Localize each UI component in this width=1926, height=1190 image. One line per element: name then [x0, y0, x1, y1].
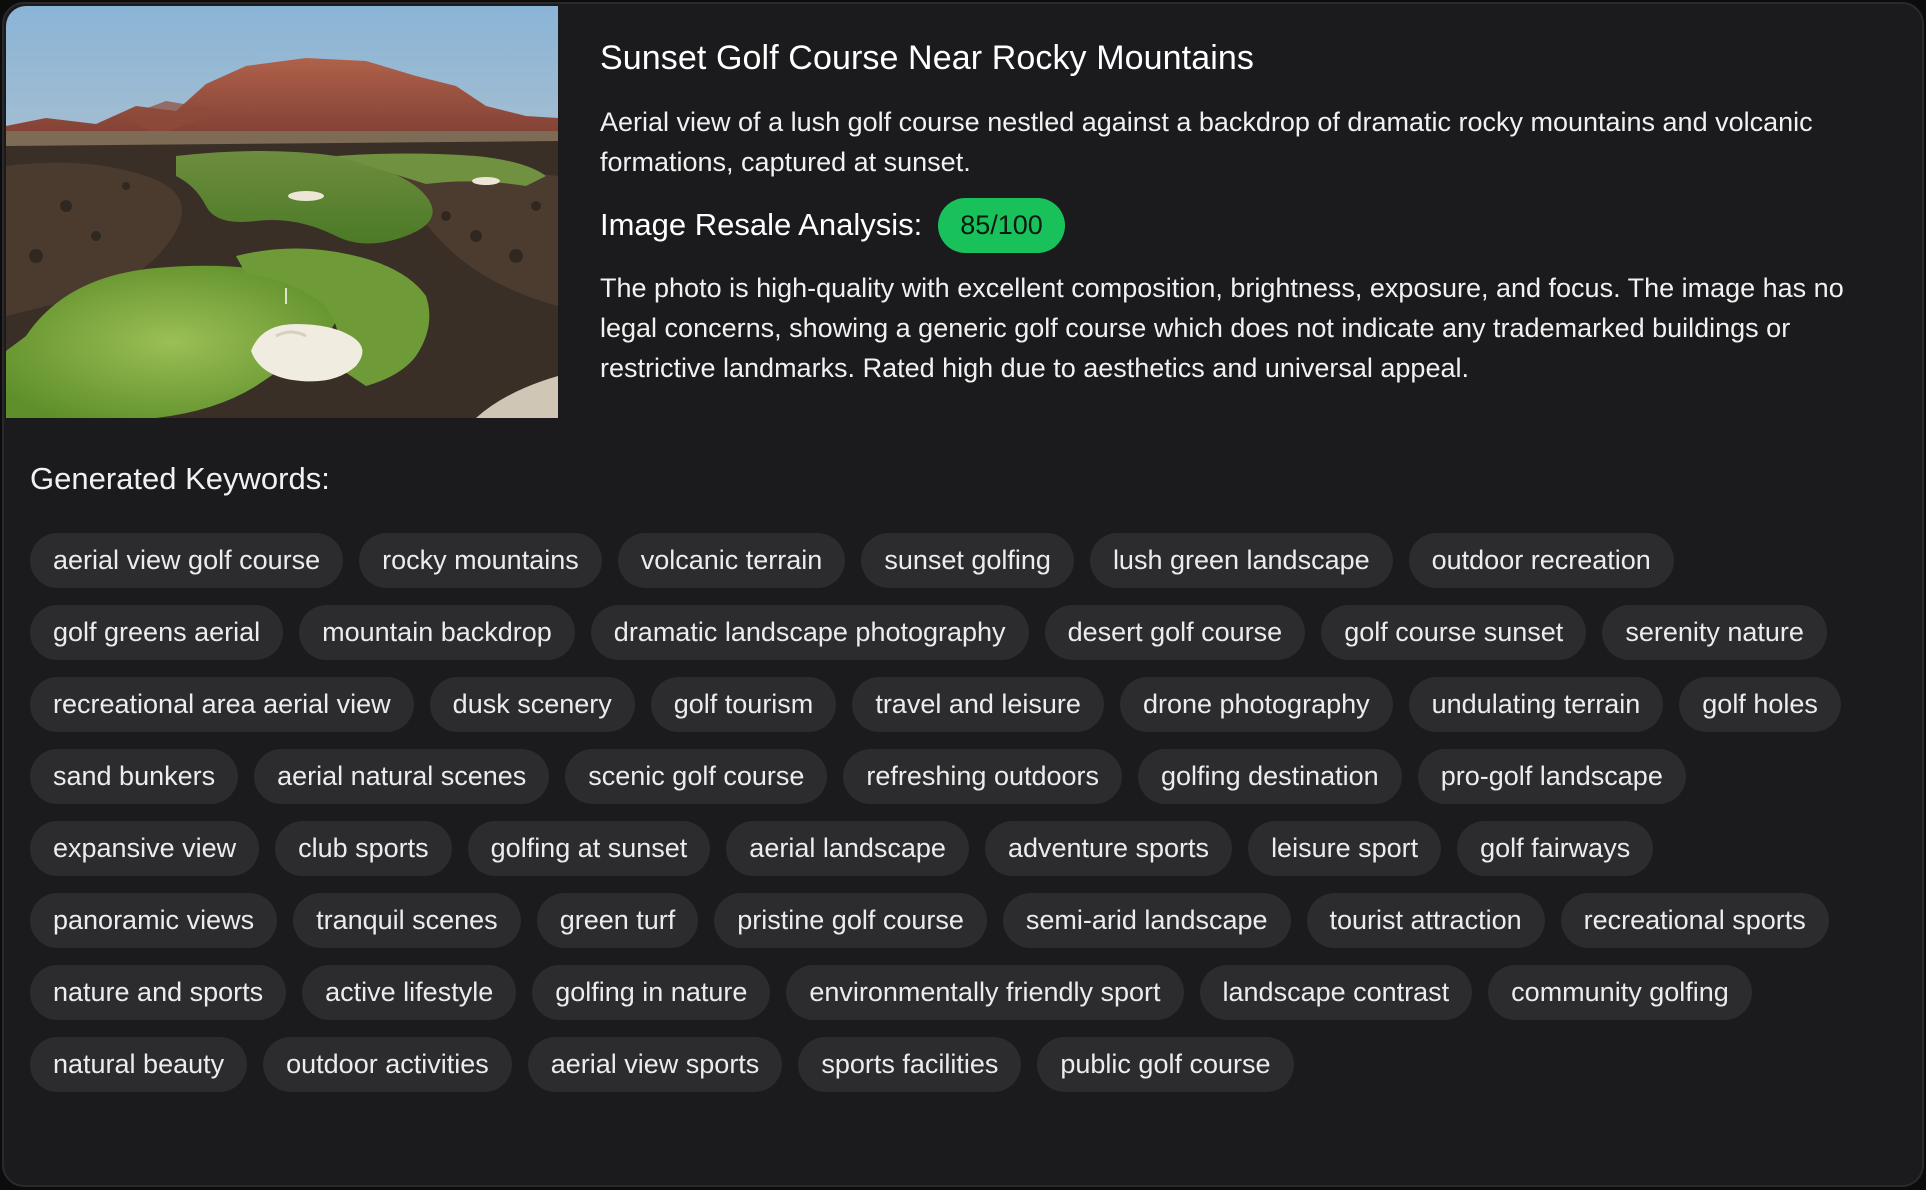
keyword-chip[interactable]: golfing at sunset [467, 821, 711, 876]
keyword-chip[interactable]: serenity nature [1602, 605, 1827, 660]
keyword-chip[interactable]: recreational area aerial view [30, 677, 414, 732]
keyword-chip[interactable]: mountain backdrop [299, 605, 575, 660]
keyword-chip[interactable]: golfing destination [1138, 749, 1402, 804]
keyword-chip[interactable]: outdoor recreation [1408, 533, 1674, 588]
keyword-chip[interactable]: golf fairways [1457, 821, 1654, 876]
keyword-chip[interactable]: recreational sports [1560, 893, 1829, 948]
keyword-chip[interactable]: rocky mountains [359, 533, 602, 588]
keyword-chip[interactable]: undulating terrain [1408, 677, 1664, 732]
keyword-chip[interactable]: nature and sports [30, 965, 287, 1020]
image-analysis-card: Sunset Golf Course Near Rocky Mountains … [2, 2, 1924, 1187]
keyword-chip[interactable]: golf course sunset [1321, 605, 1587, 660]
keyword-chip[interactable]: landscape contrast [1199, 965, 1473, 1020]
keyword-chip[interactable]: desert golf course [1044, 605, 1306, 660]
keyword-chip[interactable]: natural beauty [30, 1037, 248, 1092]
keyword-chip[interactable]: pro-golf landscape [1417, 749, 1686, 804]
keyword-chip[interactable]: pristine golf course [714, 893, 987, 948]
golf-course-image [6, 6, 558, 418]
keyword-chip[interactable]: sunset golfing [861, 533, 1074, 588]
keyword-chip[interactable]: semi-arid landscape [1002, 893, 1291, 948]
keyword-chip[interactable]: community golfing [1488, 965, 1752, 1020]
keyword-chip[interactable]: aerial view golf course [30, 533, 344, 588]
analysis-header: Sunset Golf Course Near Rocky Mountains … [4, 4, 1922, 420]
keyword-chip[interactable]: travel and leisure [852, 677, 1104, 732]
keyword-chip[interactable]: golf tourism [650, 677, 837, 732]
keyword-list: aerial view golf course rocky mountains vo… [30, 533, 1890, 1092]
keyword-chip[interactable]: lush green landscape [1089, 533, 1393, 588]
keyword-chip[interactable]: golf greens aerial [30, 605, 284, 660]
keyword-chip[interactable]: public golf course [1037, 1037, 1294, 1092]
keyword-chip[interactable]: volcanic terrain [617, 533, 846, 588]
keyword-chip[interactable]: green turf [536, 893, 699, 948]
keyword-chip[interactable]: aerial natural scenes [254, 749, 550, 804]
image-title: Sunset Golf Course Near Rocky Mountains [600, 39, 1254, 77]
keyword-chip[interactable]: leisure sport [1248, 821, 1442, 876]
resale-analysis-label: Image Resale Analysis: [600, 207, 923, 242]
keyword-chip[interactable]: golfing in nature [532, 965, 771, 1020]
keyword-chip[interactable]: panoramic views [30, 893, 278, 948]
keyword-chip[interactable]: tourist attraction [1306, 893, 1545, 948]
resale-score-badge: 85/100 [938, 197, 1065, 253]
keyword-chip[interactable]: adventure sports [984, 821, 1233, 876]
keyword-chip[interactable]: active lifestyle [302, 965, 517, 1020]
keyword-chip[interactable]: club sports [275, 821, 452, 876]
keyword-chip[interactable]: dusk scenery [429, 677, 635, 732]
image-info: Sunset Golf Course Near Rocky Mountains … [600, 34, 1900, 388]
image-description: Aerial view of a lush golf course nestle… [600, 107, 1813, 177]
keyword-chip[interactable]: expansive view [30, 821, 260, 876]
resale-analysis-text: The photo is high-quality with excellent… [600, 273, 1844, 383]
resale-analysis-row: Image Resale Analysis: 85/100 [600, 196, 1900, 254]
keyword-chip[interactable]: tranquil scenes [293, 893, 521, 948]
golf-course-photo [6, 6, 558, 418]
keyword-chip[interactable]: golf holes [1679, 677, 1841, 732]
keyword-chip[interactable]: outdoor activities [263, 1037, 512, 1092]
keyword-chip[interactable]: drone photography [1119, 677, 1393, 732]
keyword-chip[interactable]: environmentally friendly sport [786, 965, 1184, 1020]
keyword-chip[interactable]: dramatic landscape photography [590, 605, 1029, 660]
keyword-chip[interactable]: sand bunkers [30, 749, 239, 804]
keyword-chip[interactable]: scenic golf course [565, 749, 828, 804]
keyword-chip[interactable]: sports facilities [798, 1037, 1022, 1092]
keywords-heading: Generated Keywords: [30, 461, 330, 496]
keyword-chip[interactable]: aerial landscape [726, 821, 969, 876]
keyword-chip[interactable]: refreshing outdoors [843, 749, 1123, 804]
keyword-chip[interactable]: aerial view sports [527, 1037, 783, 1092]
